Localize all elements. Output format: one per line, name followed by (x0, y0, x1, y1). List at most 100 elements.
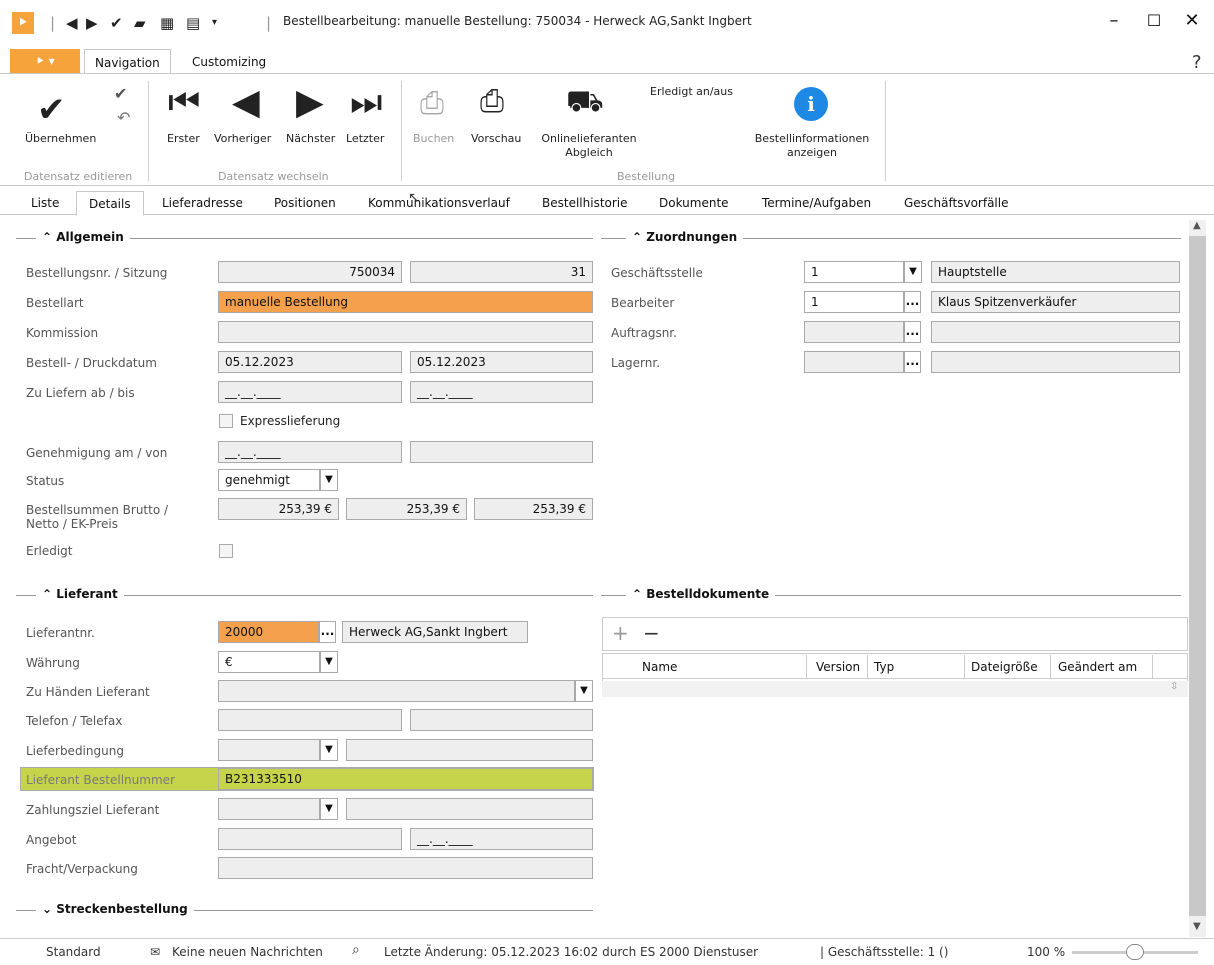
message-icon[interactable]: ▰ (134, 14, 146, 32)
print-date-field[interactable]: 05.12.2023 (410, 351, 593, 373)
list-icon[interactable]: ▤ (186, 14, 200, 32)
offer-date-field[interactable]: __.__.____ (410, 828, 593, 850)
close-button[interactable]: ✕ (1172, 6, 1212, 36)
done-checkbox[interactable] (219, 544, 233, 558)
clerk-lookup-button[interactable]: ... (904, 291, 921, 313)
session-field[interactable]: 31 (410, 261, 593, 283)
zoom-slider-thumb[interactable] (1126, 944, 1144, 960)
attn-dropdown-icon[interactable]: ▼ (575, 680, 593, 702)
quick-access-dropdown-icon[interactable]: ▾ (212, 17, 217, 28)
column-modified[interactable]: Geändert am (1058, 660, 1137, 674)
freight-field[interactable] (218, 857, 593, 879)
tab-bestellhistorie[interactable]: Bestellhistorie (530, 194, 640, 215)
calendar-icon[interactable]: ▦ (160, 14, 174, 32)
ribbon-tab-navigation[interactable]: Navigation (84, 49, 171, 74)
column-type[interactable]: Typ (874, 660, 894, 674)
tab-details[interactable]: Details (76, 191, 144, 216)
add-document-button[interactable]: + (612, 621, 629, 645)
deliver-from-field[interactable]: __.__.____ (218, 381, 402, 403)
book-button[interactable]: Buchen (413, 132, 454, 146)
first-record-icon[interactable]: ⏮ (168, 82, 200, 124)
deliver-to-field[interactable]: __.__.____ (410, 381, 593, 403)
scrollbar-thumb[interactable] (1189, 236, 1206, 916)
payment-text-field[interactable] (346, 798, 593, 820)
supplier-lookup-button[interactable]: ... (319, 621, 336, 643)
terms-dropdown-icon[interactable]: ▼ (320, 739, 338, 761)
tab-positionen[interactable]: Positionen (262, 194, 348, 215)
attn-select[interactable] (218, 680, 575, 702)
scroll-down-icon[interactable]: ▼ (1193, 921, 1201, 932)
preview-icon[interactable]: ⎙ (480, 84, 504, 119)
app-menu-button[interactable]: ⯈ ▾ (10, 49, 80, 73)
tab-termine[interactable]: Termine/Aufgaben (750, 194, 883, 215)
done-toggle-button[interactable]: Erledigt an/aus (650, 85, 733, 99)
previous-record-icon[interactable]: ◀ (232, 82, 260, 123)
checkmark-icon[interactable]: ✔ (110, 14, 123, 32)
approval-date-field[interactable]: __.__.____ (218, 441, 402, 463)
tab-geschaeftsvorfaelle[interactable]: Geschäftsvorfälle (892, 194, 1020, 215)
info-icon[interactable]: i (794, 87, 828, 121)
section-docs[interactable]: ⌃ Bestelldokumente (626, 587, 776, 601)
fax-field[interactable] (410, 709, 593, 731)
minimize-button[interactable]: – (1094, 6, 1134, 36)
scroll-up-icon[interactable]: ▲ (1193, 220, 1201, 231)
tab-lieferadresse[interactable]: Lieferadresse (150, 194, 255, 215)
status-select[interactable]: genehmigt (218, 469, 320, 491)
branch-name-field[interactable]: Hauptstelle (931, 261, 1180, 283)
next-record-icon[interactable]: ▶ (296, 82, 324, 123)
branch-no-field[interactable]: 1 (804, 261, 904, 283)
remove-document-button[interactable]: − (643, 621, 660, 645)
undo-icon[interactable]: ↶ (117, 108, 130, 127)
sum-gross-field[interactable]: 253,39 € (218, 498, 339, 520)
order-type-field[interactable]: manuelle Bestellung (218, 291, 593, 313)
clerk-name-field[interactable]: Klaus Spitzenverkäufer (931, 291, 1180, 313)
branch-dropdown-icon[interactable]: ▼ (904, 261, 922, 283)
supplier-name-field[interactable]: Herweck AG,Sankt Ingbert (342, 621, 528, 643)
discard-icon[interactable]: ✔ (114, 84, 127, 103)
job-lookup-button[interactable]: ... (904, 321, 921, 343)
express-checkbox[interactable] (219, 414, 233, 428)
apply-button[interactable]: Übernehmen (25, 132, 96, 146)
clerk-no-field[interactable]: 1 (804, 291, 904, 313)
job-name-field[interactable] (931, 321, 1180, 343)
sum-ek-field[interactable]: 253,39 € (474, 498, 593, 520)
order-info-button[interactable]: Bestellinformationen anzeigen (748, 132, 876, 160)
column-name[interactable]: Name (642, 660, 677, 674)
commission-field[interactable] (218, 321, 593, 343)
payment-select[interactable] (218, 798, 320, 820)
order-no-field[interactable]: 750034 (218, 261, 402, 283)
app-logo-icon[interactable]: ⯈ (12, 12, 34, 34)
apply-check-icon[interactable]: ✔ (37, 90, 66, 130)
store-no-field[interactable] (804, 351, 904, 373)
column-version[interactable]: Version (816, 660, 860, 674)
book-icon[interactable]: ⎙ (420, 86, 444, 121)
column-size[interactable]: Dateigröße (971, 660, 1038, 674)
maximize-button[interactable]: ☐ (1134, 6, 1174, 36)
online-supplier-icon[interactable]: ⛟ (566, 84, 604, 123)
store-name-field[interactable] (931, 351, 1180, 373)
first-button[interactable]: Erster (167, 132, 200, 146)
last-button[interactable]: Letzter (346, 132, 384, 146)
preview-button[interactable]: Vorschau (471, 132, 521, 146)
terms-text-field[interactable] (346, 739, 593, 761)
order-date-field[interactable]: 05.12.2023 (218, 351, 402, 373)
currency-dropdown-icon[interactable]: ▼ (320, 651, 338, 673)
offer-field[interactable] (218, 828, 402, 850)
grid-scroll-icon[interactable]: ⇳ (1170, 681, 1178, 692)
section-route[interactable]: ⌄ Streckenbestellung (36, 902, 194, 916)
back-arrow-icon[interactable]: ◀ (66, 14, 78, 32)
sum-net-field[interactable]: 253,39 € (346, 498, 467, 520)
forward-arrow-icon[interactable]: ▶ (86, 14, 98, 32)
help-icon[interactable]: ? (1192, 52, 1202, 73)
status-profile[interactable]: Standard (46, 945, 101, 959)
job-no-field[interactable] (804, 321, 904, 343)
store-lookup-button[interactable]: ... (904, 351, 921, 373)
section-general[interactable]: ⌃ Allgemein (36, 230, 130, 244)
terms-select[interactable] (218, 739, 320, 761)
status-dropdown-icon[interactable]: ▼ (320, 469, 338, 491)
payment-dropdown-icon[interactable]: ▼ (320, 798, 338, 820)
last-record-icon[interactable]: ⏭ (350, 82, 382, 124)
section-supplier[interactable]: ⌃ Lieferant (36, 587, 124, 601)
supplier-order-no-field[interactable]: B231333510 (218, 768, 593, 790)
approval-by-field[interactable] (410, 441, 593, 463)
